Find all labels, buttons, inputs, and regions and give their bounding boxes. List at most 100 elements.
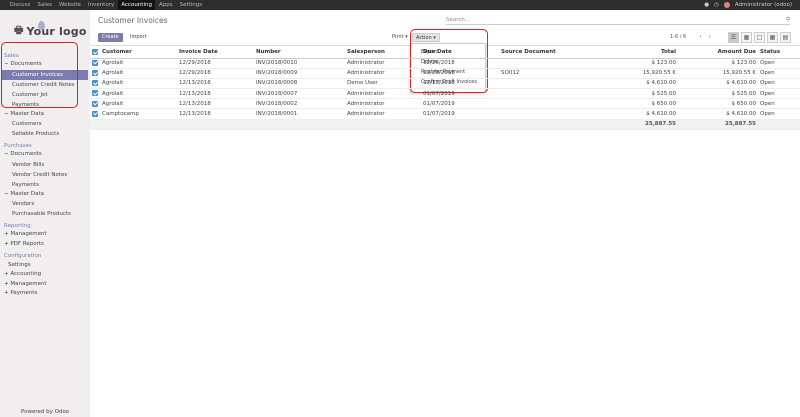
- row-checkbox[interactable]: [90, 58, 100, 69]
- menu-inventory[interactable]: Inventory: [84, 0, 117, 10]
- powered-by-footer[interactable]: Powered by Odoo: [21, 409, 69, 415]
- top-right-systray: ● ◷ Administrator (odoo): [704, 0, 792, 10]
- menu-apps[interactable]: Apps: [155, 0, 176, 10]
- column-header-invoice-date[interactable]: Invoice Date: [177, 47, 254, 59]
- column-header-salesperson[interactable]: Salesperson: [345, 47, 421, 59]
- cell-total: $ 123.00: [592, 58, 678, 69]
- pager-next-icon[interactable]: ›: [705, 33, 714, 42]
- table-row[interactable]: Agrolait 12/13/2018 INV/2018/0002 Admini…: [90, 98, 800, 110]
- cell-salesperson: Administrator: [345, 68, 421, 79]
- menu-discuss[interactable]: Discuss: [6, 0, 34, 10]
- table-row[interactable]: Agrolait 12/13/2018 INV/2018/0008 Demo U…: [90, 78, 800, 90]
- cell-total: $ 650.00: [592, 98, 678, 110]
- cell-invoice-date: 12/13/2018: [177, 98, 254, 110]
- cell-total: 15,920.55 €: [592, 68, 678, 79]
- sidebar-item-vendor-credit-notes[interactable]: Vendor Credit Notes: [2, 170, 88, 180]
- menu-settings[interactable]: Settings: [176, 0, 206, 10]
- table-footer-row: 25,887.55 25,887.55: [90, 118, 800, 130]
- top-navbar: Discuss Sales Website Inventory Accounti…: [0, 0, 800, 10]
- row-checkbox[interactable]: [90, 68, 100, 79]
- company-logo[interactable]: 🖶 Your logo: [14, 21, 87, 40]
- group-purchase-master-data[interactable]: − Master Data: [2, 190, 88, 200]
- print-button[interactable]: Print ▾: [390, 33, 410, 42]
- group-config-management[interactable]: + Management: [2, 280, 88, 290]
- sidebar-item-settings[interactable]: Settings: [2, 260, 88, 270]
- cell-salesperson: Administrator: [345, 108, 421, 120]
- search-icon[interactable]: ⚲: [786, 17, 790, 23]
- create-button[interactable]: Create: [98, 33, 123, 42]
- cell-status: Open: [758, 108, 800, 120]
- cell-number: INV/2018/0009: [254, 68, 345, 79]
- cell-amount-due: $ 650.00: [678, 98, 758, 110]
- group-purchase-documents[interactable]: − Documents: [2, 150, 88, 160]
- avatar[interactable]: [723, 2, 730, 8]
- group-reporting-management[interactable]: + Management: [2, 230, 88, 240]
- cell-total: $ 4,610.00: [592, 78, 678, 90]
- row-checkbox[interactable]: [90, 78, 100, 90]
- cell-customer: Agrolait: [100, 88, 177, 100]
- cell-invoice-date: 12/29/2018: [177, 68, 254, 79]
- column-header-status[interactable]: Status: [758, 47, 800, 59]
- column-header-amount-due[interactable]: Amount Due: [678, 47, 758, 59]
- calendar-view-icon[interactable]: ▦: [767, 32, 778, 43]
- cell-invoice-date: 12/13/2018: [177, 88, 254, 100]
- column-header-customer[interactable]: Customer: [100, 47, 177, 59]
- cell-status: Open: [758, 88, 800, 100]
- cell-amount-due: $ 123.00: [678, 58, 758, 69]
- cell-customer: Agrolait: [100, 98, 177, 110]
- cell-amount-due: $ 4,610.00: [678, 108, 758, 120]
- sidebar-item-purchasable-products[interactable]: Purchasable Products: [2, 209, 88, 219]
- group-sales-master-data[interactable]: − Master Data: [2, 110, 88, 120]
- pager-prev-icon[interactable]: ‹: [696, 33, 705, 42]
- menu-accounting[interactable]: Accounting: [117, 0, 156, 10]
- cell-number: INV/2018/0001: [254, 108, 345, 120]
- pager-value[interactable]: 1-6 / 6: [670, 33, 686, 42]
- cell-due-date: 12/29/2018: [421, 68, 499, 79]
- sidebar-item-purchase-payments[interactable]: Payments: [2, 180, 88, 190]
- column-header-source-document[interactable]: Source Document: [499, 47, 592, 59]
- section-reporting: Reporting: [4, 223, 31, 229]
- select-all-checkbox[interactable]: [90, 47, 100, 59]
- table-row[interactable]: Agrolait 12/29/2018 INV/2018/0010 Admini…: [90, 58, 800, 69]
- sidebar-item-vendor-bills[interactable]: Vendor Bills: [2, 160, 88, 170]
- cell-due-date: 12/13/2018: [421, 78, 499, 90]
- cell-invoice-date: 12/29/2018: [177, 58, 254, 69]
- activity-icon[interactable]: ◷: [714, 2, 719, 8]
- sidebar-item-vendors[interactable]: Vendors: [2, 199, 88, 209]
- group-config-accounting[interactable]: + Accounting: [2, 270, 88, 280]
- table-row[interactable]: Agrolait 12/13/2018 INV/2018/0007 Admini…: [90, 88, 800, 100]
- import-button[interactable]: Import: [126, 33, 151, 42]
- row-checkbox[interactable]: [90, 88, 100, 100]
- logo-drop-icon: [38, 21, 45, 30]
- graph-view-icon[interactable]: ▤: [780, 32, 791, 43]
- menu-website[interactable]: Website: [56, 0, 85, 10]
- sidebar-item-customers[interactable]: Customers: [2, 119, 88, 129]
- section-purchases: Purchases: [4, 143, 32, 149]
- column-header-total[interactable]: Total: [592, 47, 678, 59]
- cell-salesperson: Administrator: [345, 58, 421, 69]
- section-configuration: Configuration: [4, 253, 42, 259]
- cell-number: INV/2018/0007: [254, 88, 345, 100]
- table-row[interactable]: Camptocamp 12/13/2018 INV/2018/0001 Admi…: [90, 108, 800, 120]
- row-checkbox[interactable]: [90, 98, 100, 110]
- group-config-payments[interactable]: + Payments: [2, 289, 88, 299]
- cell-total: $ 525.00: [592, 88, 678, 100]
- user-menu[interactable]: Administrator (odoo): [735, 2, 792, 8]
- chat-icon[interactable]: ●: [704, 2, 709, 8]
- sidebar-item-sellable-products[interactable]: Sellable Products: [2, 129, 88, 139]
- cell-source-document: [499, 108, 592, 120]
- menu-sales[interactable]: Sales: [34, 0, 56, 10]
- form-view-icon[interactable]: □: [754, 32, 765, 43]
- column-header-due-date[interactable]: Due Date: [421, 47, 499, 59]
- column-header-number[interactable]: Number: [254, 47, 345, 59]
- search-input[interactable]: Search... ⚲: [446, 16, 790, 25]
- kanban-view-icon[interactable]: ▦: [741, 32, 752, 43]
- group-pdf-reports[interactable]: + PDF Reports: [2, 240, 88, 250]
- cell-total: $ 4,610.00: [592, 108, 678, 120]
- cell-source-document: [499, 88, 592, 100]
- table-row[interactable]: Agrolait 12/29/2018 INV/2018/0009 Admini…: [90, 68, 800, 79]
- cell-due-date: 01/07/2019: [421, 108, 499, 120]
- cell-invoice-date: 12/13/2018: [177, 78, 254, 90]
- row-checkbox[interactable]: [90, 108, 100, 120]
- list-view-icon[interactable]: ☰: [728, 32, 739, 43]
